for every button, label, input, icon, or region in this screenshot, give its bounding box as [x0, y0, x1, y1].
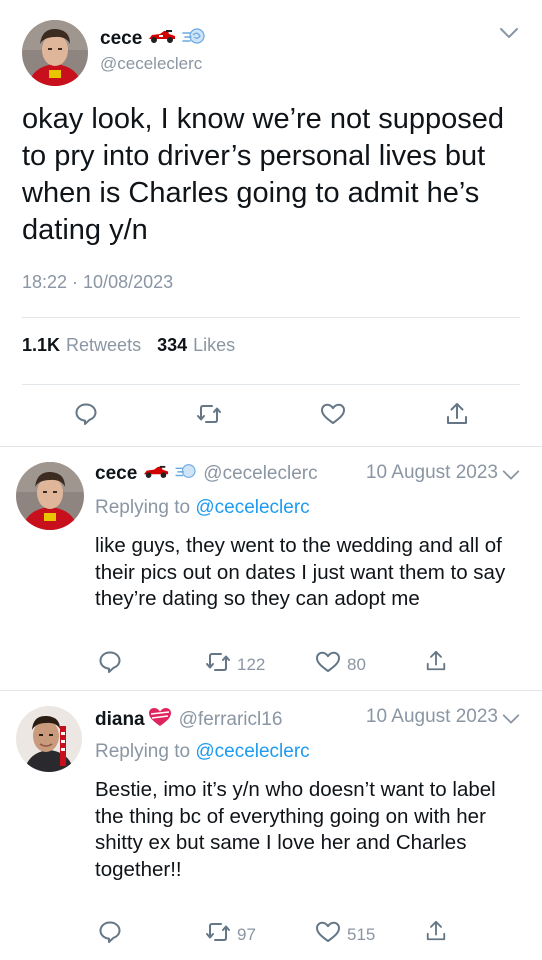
like-count: 515 [347, 924, 376, 944]
section-divider [0, 690, 542, 691]
avatar[interactable] [16, 706, 82, 772]
share-icon [445, 401, 469, 427]
reply-button[interactable] [98, 920, 122, 949]
author-name[interactable]: diana [95, 709, 145, 731]
reply-button[interactable] [74, 402, 98, 426]
divider [22, 384, 520, 385]
reply-text: Bestie, imo it’s y/n who doesn’t want to… [95, 778, 496, 881]
heart-icon [315, 650, 341, 679]
share-button[interactable] [445, 401, 469, 427]
chevron-down-icon[interactable] [501, 709, 523, 731]
divider [22, 317, 520, 318]
like-button[interactable]: 80 [315, 650, 366, 679]
like-button[interactable]: 515 [315, 920, 375, 949]
avatar[interactable] [22, 20, 88, 86]
reply-bubble-icon [98, 920, 122, 949]
share-button[interactable] [425, 649, 447, 678]
replying-to: Replying to @ceceleclerc [95, 497, 310, 519]
retweet-icon [196, 402, 222, 426]
likes-count[interactable]: 334 [157, 335, 187, 356]
reply-tweet: cece @ceceleclerc 10 August 2023 Replyin… [0, 462, 542, 690]
retweet-count: 122 [237, 654, 266, 674]
reply-tweet: diana @ferraricl16 10 August 2023 Replyi… [0, 706, 542, 960]
reply-button[interactable] [98, 650, 122, 679]
heart-icon [320, 402, 346, 426]
chevron-down-icon[interactable] [501, 465, 523, 487]
retweet-icon [205, 920, 231, 949]
like-count: 80 [347, 654, 366, 674]
share-icon [425, 919, 447, 948]
author-row: cece [100, 26, 206, 51]
reply-bubble-icon [98, 650, 122, 679]
heart-emoji [147, 706, 173, 734]
retweet-icon [205, 650, 231, 679]
reply-header: cece @ceceleclerc [95, 462, 318, 486]
tweet-text: okay look, I know we’re not supposed to … [22, 103, 504, 246]
replying-to: Replying to @ceceleclerc [95, 741, 310, 763]
dash-emoji [182, 26, 206, 51]
retweet-button[interactable]: 122 [205, 650, 265, 679]
replying-label: Replying to [95, 741, 191, 762]
author-handle[interactable]: @ceceleclerc [100, 54, 202, 74]
reply-text: like guys, they went to the wedding and … [95, 534, 506, 610]
share-button[interactable] [425, 919, 447, 948]
like-button[interactable] [320, 402, 346, 426]
author-name[interactable]: cece [95, 463, 137, 485]
mention-link[interactable]: @ceceleclerc [195, 741, 309, 762]
chevron-down-icon[interactable] [498, 22, 520, 44]
main-tweet: cece @ceceleclerc okay look, I know we’r… [0, 0, 542, 446]
reply-date[interactable]: 10 August 2023 [366, 706, 498, 728]
heart-icon [315, 920, 341, 949]
share-icon [425, 649, 447, 678]
retweet-count: 97 [237, 924, 256, 944]
replying-label: Replying to [95, 497, 191, 518]
author-handle[interactable]: @ferraricl16 [179, 709, 283, 731]
mention-link[interactable]: @ceceleclerc [195, 497, 309, 518]
race-car-emoji [143, 463, 169, 485]
avatar[interactable] [16, 462, 84, 530]
author-handle[interactable]: @ceceleclerc [203, 463, 317, 485]
race-car-emoji [148, 28, 176, 49]
retweet-button[interactable]: 97 [205, 920, 256, 949]
engagement-stats: 1.1K Retweets 334 Likes [22, 335, 235, 356]
section-divider [0, 446, 542, 447]
retweets-label[interactable]: Retweets [66, 335, 141, 356]
author-name[interactable]: cece [100, 28, 142, 50]
likes-label[interactable]: Likes [193, 335, 235, 356]
retweets-count[interactable]: 1.1K [22, 335, 60, 356]
tweet-timestamp[interactable]: 18:22 · 10/08/2023 [22, 272, 173, 293]
reply-header: diana @ferraricl16 [95, 706, 282, 734]
retweet-button[interactable] [196, 402, 222, 426]
dash-emoji [175, 462, 197, 486]
reply-bubble-icon [74, 402, 98, 426]
reply-date[interactable]: 10 August 2023 [366, 462, 498, 484]
